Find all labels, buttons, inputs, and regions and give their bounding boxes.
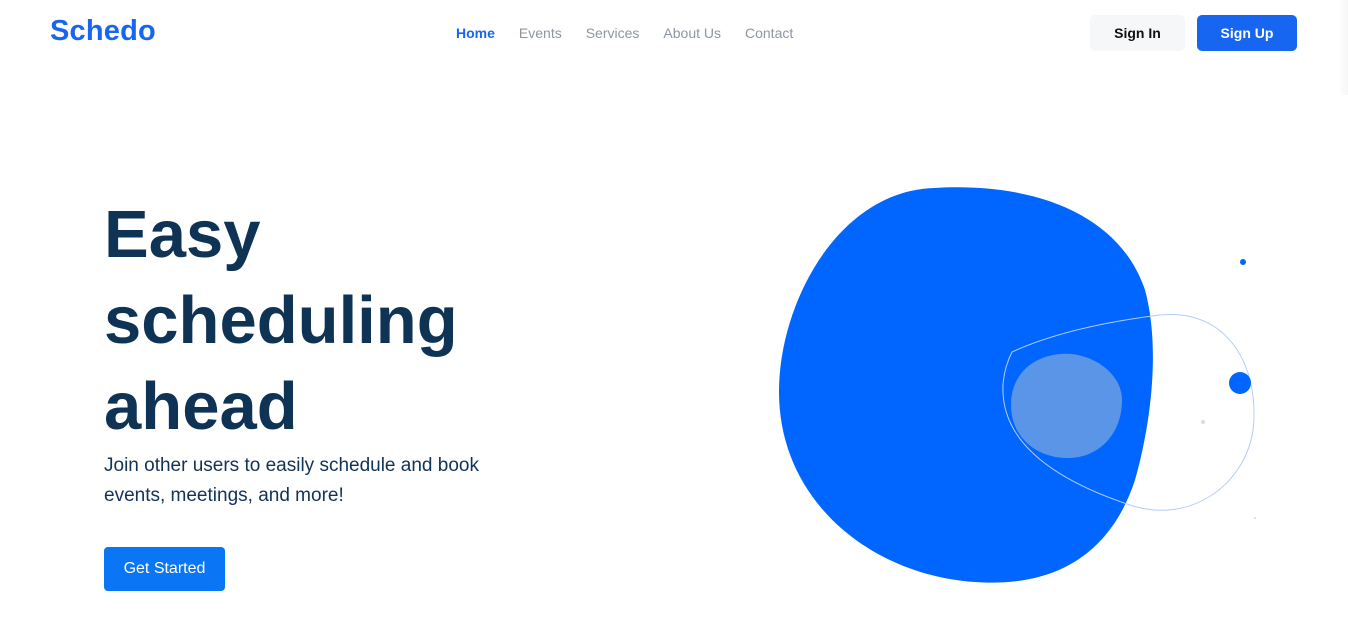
large-dot xyxy=(1229,372,1251,394)
sign-up-button[interactable]: Sign Up xyxy=(1197,15,1297,51)
brand-logo[interactable]: Schedo xyxy=(50,15,156,48)
inner-blob xyxy=(1011,353,1122,458)
hero-title-line-3: ahead xyxy=(104,369,298,444)
nav-events[interactable]: Events xyxy=(519,24,562,42)
landing-page: Schedo Home Events Services About Us Con… xyxy=(0,0,1348,643)
edge-shadow xyxy=(1338,0,1348,95)
nav-services[interactable]: Services xyxy=(586,24,640,42)
hero-title-line-2: scheduling xyxy=(104,283,458,358)
main-nav: Home Events Services About Us Contact xyxy=(456,24,817,42)
top-navbar: Schedo Home Events Services About Us Con… xyxy=(0,0,1348,95)
hero-illustration xyxy=(778,187,1256,583)
nav-contact[interactable]: Contact xyxy=(745,24,793,42)
tiny-dot xyxy=(1254,517,1256,519)
hero-title-line-1: Easy xyxy=(104,197,261,272)
nav-about-us[interactable]: About Us xyxy=(663,24,721,42)
hero-title: Easy scheduling ahead xyxy=(104,192,624,450)
sign-in-button[interactable]: Sign In xyxy=(1090,15,1185,51)
hero-subtitle: Join other users to easily schedule and … xyxy=(104,455,479,506)
nav-home[interactable]: Home xyxy=(456,24,495,42)
faint-dot xyxy=(1201,420,1205,424)
small-dot xyxy=(1240,259,1246,265)
get-started-button[interactable]: Get Started xyxy=(104,547,225,591)
